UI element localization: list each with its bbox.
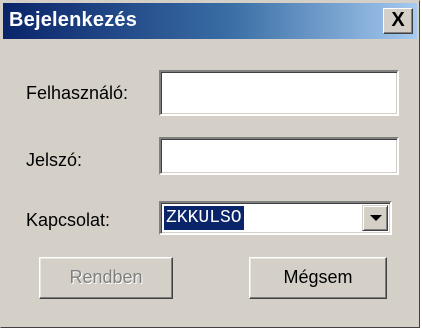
connection-select[interactable]: ZKKULSO bbox=[159, 201, 392, 235]
login-dialog: Bejelenkezés X Felhasználó: Jelszó: Kapc… bbox=[0, 0, 420, 328]
close-icon: X bbox=[391, 9, 405, 31]
chevron-down-icon bbox=[370, 215, 382, 221]
ok-button[interactable]: Rendben bbox=[39, 257, 173, 299]
dropdown-button[interactable] bbox=[362, 205, 388, 231]
window-title: Bejelenkezés bbox=[9, 9, 138, 31]
cancel-button[interactable]: Mégsem bbox=[249, 257, 387, 299]
password-input[interactable] bbox=[159, 137, 399, 175]
titlebar[interactable]: Bejelenkezés X bbox=[3, 3, 417, 39]
connection-selected-value: ZKKULSO bbox=[164, 206, 244, 230]
close-button[interactable]: X bbox=[383, 8, 413, 34]
password-label: Jelszó: bbox=[26, 150, 83, 170]
username-input[interactable] bbox=[159, 70, 399, 116]
username-label: Felhasználó: bbox=[26, 83, 129, 103]
connection-label: Kapcsolat: bbox=[26, 210, 111, 230]
